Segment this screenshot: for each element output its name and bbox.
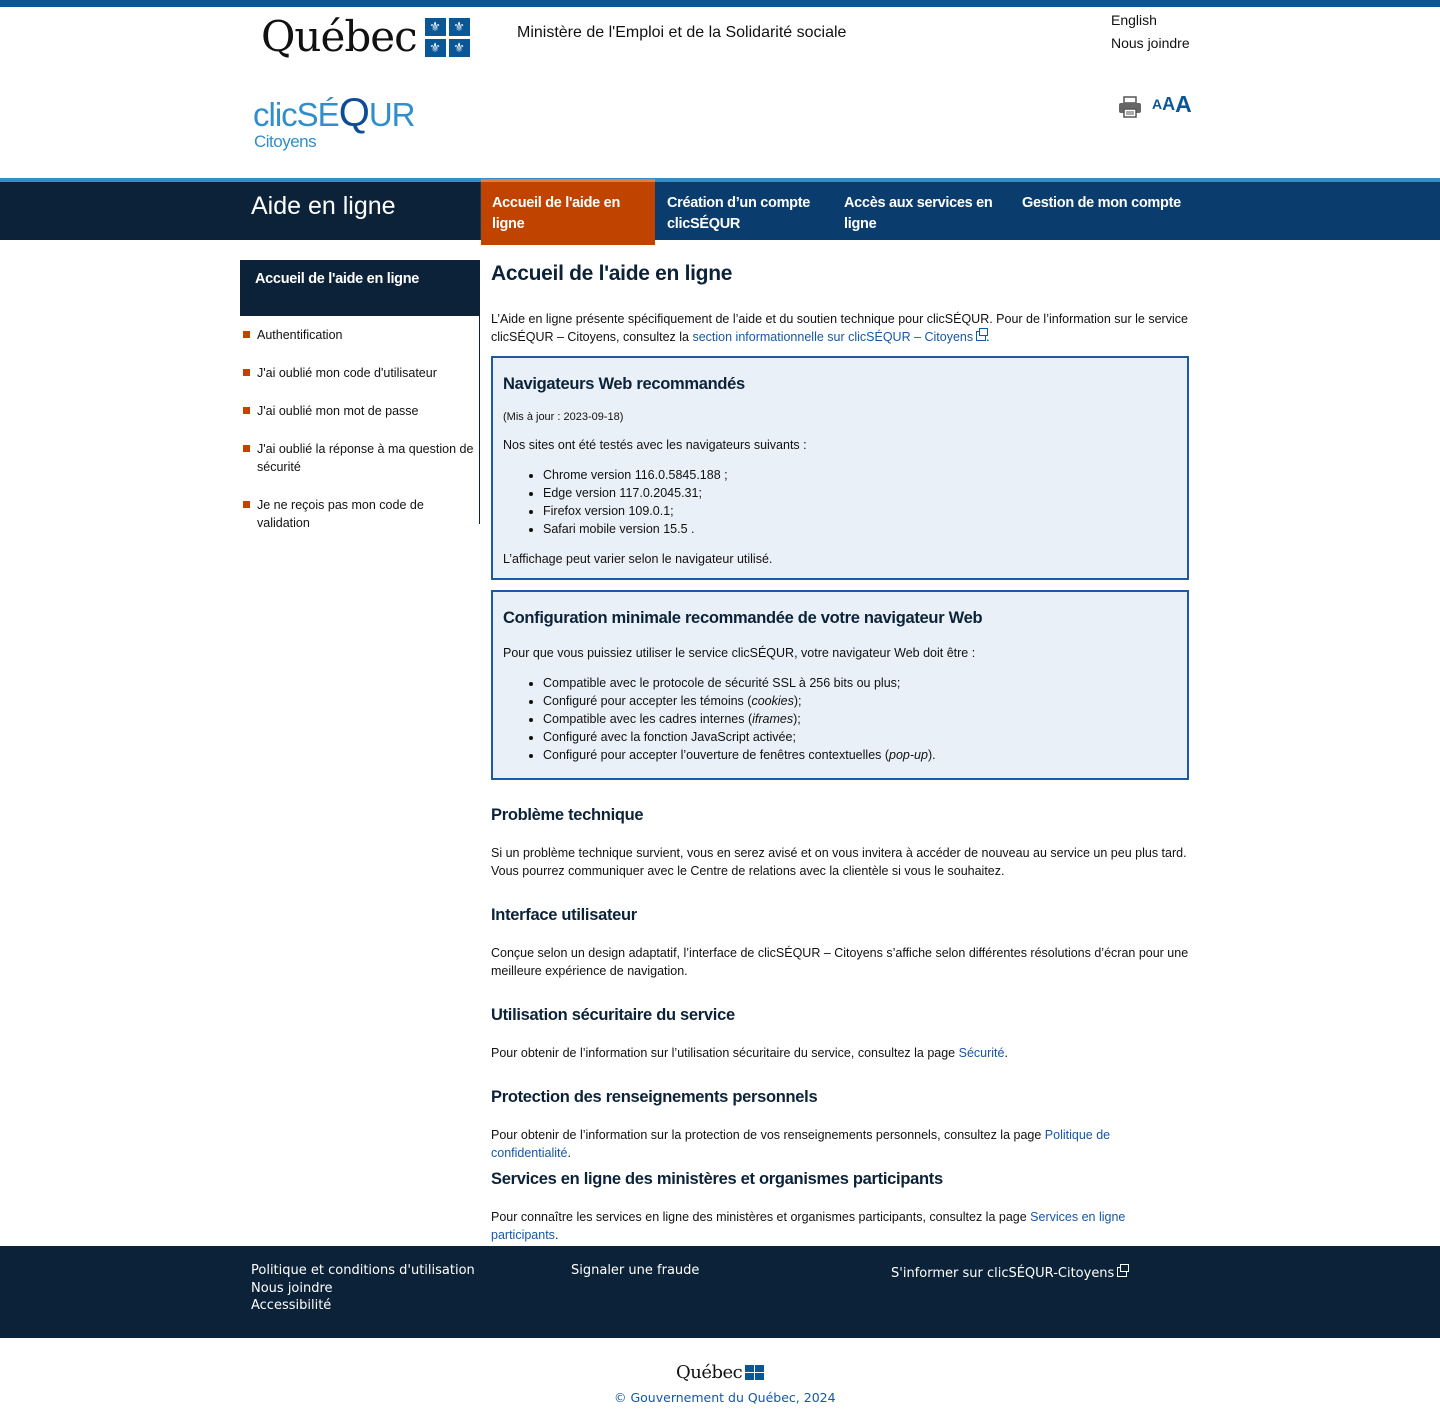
text-size-large[interactable]: A [1175, 92, 1192, 116]
sidebar-item-code-validation[interactable]: Je ne reçois pas mon code de validation [257, 496, 479, 532]
browsers-lead: Nos sites ont été testés avec les naviga… [503, 438, 807, 452]
list-item: Chrome version 116.0.5845.188 ; [543, 466, 1177, 484]
quebec-logo-text: Québec [261, 12, 418, 61]
config-box-title: Configuration minimale recommandée de vo… [503, 609, 983, 627]
copyright[interactable]: © Gouvernement du Québec, 2024 [614, 1390, 836, 1405]
footer-link-accessibilite[interactable]: Accessibilité [251, 1298, 331, 1313]
text-size-small[interactable]: A [1152, 92, 1162, 116]
list-item: Configuré avec la fonction JavaScript ac… [543, 728, 1177, 746]
sidebar-item-mot-de-passe[interactable]: J'ai oublié mon mot de passe [257, 402, 479, 420]
section-title-services: Services en ligne des ministères et orga… [491, 1170, 943, 1188]
text-size-control[interactable]: A A A [1152, 92, 1192, 116]
section-title-protection: Protection des renseignements personnels [491, 1088, 818, 1106]
section-title-interface: Interface utilisateur [491, 906, 637, 924]
browsers-list: Chrome version 116.0.5845.188 ; Edge ver… [543, 466, 1177, 538]
securite-link[interactable]: Sécurité [959, 1046, 1005, 1060]
english-link[interactable]: English [1111, 12, 1157, 28]
section-text-protection: Pour obtenir de l’information sur la pro… [491, 1128, 1111, 1160]
section-text-probleme-technique: Si un problème technique survient, vous … [491, 846, 1187, 878]
fleurdelise-flag-icon: ⚜ ⚜ ⚜ ⚜ [424, 17, 470, 57]
footer-link-nous-joindre[interactable]: Nous joindre [251, 1281, 333, 1296]
sidebar: Accueil de l'aide en ligne Authentificat… [240, 260, 480, 530]
config-lead: Pour que vous puissiez utiliser le servi… [503, 646, 976, 660]
sidebar-bullet [243, 331, 250, 338]
sidebar-bullet [243, 407, 250, 414]
contact-link[interactable]: Nous joindre [1111, 35, 1190, 51]
list-item: Configuré pour accepter les témoins (coo… [543, 692, 1177, 710]
nav-item-gestion-compte[interactable]: Gestion de mon compte [1011, 182, 1191, 248]
list-item: Firefox version 109.0.1; [543, 502, 1177, 520]
nav-item-accueil[interactable]: Accueil de l'aide en ligne [481, 179, 655, 245]
section-text-services: Pour connaître les services en ligne des… [491, 1210, 1126, 1242]
footer-link-signaler-fraude[interactable]: Signaler une fraude [571, 1263, 699, 1278]
top-accent-bar [0, 0, 1440, 7]
sidebar-bullet [243, 445, 250, 452]
clicsequr-logo[interactable]: clicSÉQUR Citoyens [253, 90, 415, 152]
nav-item-acces-services[interactable]: Accès aux services en ligne [833, 182, 1003, 248]
section-text-interface: Conçue selon un design adaptatif, l’inte… [491, 946, 1189, 978]
section-title-securite: Utilisation sécuritaire du service [491, 1006, 735, 1024]
list-item: Edge version 117.0.2045.31; [543, 484, 1177, 502]
printer-icon[interactable] [1118, 96, 1142, 118]
main-navigation: Aide en ligne Accueil de l'aide en ligne… [0, 178, 1440, 245]
nav-title-panel [0, 182, 480, 240]
nav-title: Aide en ligne [251, 192, 396, 220]
browsers-box-title: Navigateurs Web recommandés [503, 375, 745, 393]
sidebar-item-authentification[interactable]: Authentification [257, 326, 479, 344]
footer-link-politique[interactable]: Politique et conditions d'utilisation [251, 1263, 475, 1278]
ministry-name: Ministère de l'Emploi et de la Solidarit… [517, 24, 847, 41]
info-section-link[interactable]: section informationnelle sur clicSÉQUR –… [692, 330, 973, 344]
sidebar-bullet [243, 369, 250, 376]
footer-quebec-logo[interactable]: Québec [676, 1362, 765, 1383]
external-link-icon [1117, 1264, 1130, 1277]
sidebar-item-code-utilisateur[interactable]: J'ai oublié mon code d'utilisateur [257, 364, 479, 382]
browsers-updated: (Mis à jour : 2023-09-18) [503, 411, 624, 423]
quebec-logo[interactable]: Québec ⚜ ⚜ ⚜ ⚜ [261, 14, 470, 60]
list-item: Safari mobile version 15.5 . [543, 520, 1177, 538]
section-text-securite: Pour obtenir de l’information sur l’util… [491, 1046, 1008, 1060]
list-item: Configuré pour accepter l’ouverture de f… [543, 746, 1177, 764]
footer-quebec-logo-text: Québec [676, 1362, 743, 1383]
page-title: Accueil de l'aide en ligne [491, 262, 733, 285]
footer-link-informer-clicsequr[interactable]: S'informer sur clicSÉQUR-Citoyens [891, 1264, 1130, 1281]
sidebar-heading[interactable]: Accueil de l'aide en ligne [240, 260, 479, 316]
config-box: Configuration minimale recommandée de vo… [491, 590, 1189, 780]
external-link-icon [976, 328, 989, 341]
footer: Politique et conditions d'utilisation No… [0, 1246, 1440, 1338]
browsers-box: Navigateurs Web recommandés (Mis à jour … [491, 356, 1189, 580]
clicsequr-logo-name: clicSÉQUR [253, 91, 415, 135]
list-item: Compatible avec le protocole de sécurité… [543, 674, 1177, 692]
nav-item-creation-compte[interactable]: Création d’un compte clicSÉQUR [656, 182, 826, 248]
sidebar-item-question-securite[interactable]: J'ai oublié la réponse à ma question de … [257, 440, 479, 476]
browsers-note: L’affichage peut varier selon le navigat… [503, 552, 773, 566]
config-list: Compatible avec le protocole de sécurité… [543, 674, 1177, 764]
fleurdelise-flag-icon [745, 1365, 765, 1380]
intro-paragraph: L’Aide en ligne présente spécifiquement … [491, 312, 1188, 344]
list-item: Compatible avec les cadres internes (ifr… [543, 710, 1177, 728]
text-size-medium[interactable]: A [1162, 92, 1175, 116]
sidebar-bullet [243, 501, 250, 508]
section-title-probleme-technique: Problème technique [491, 806, 644, 824]
